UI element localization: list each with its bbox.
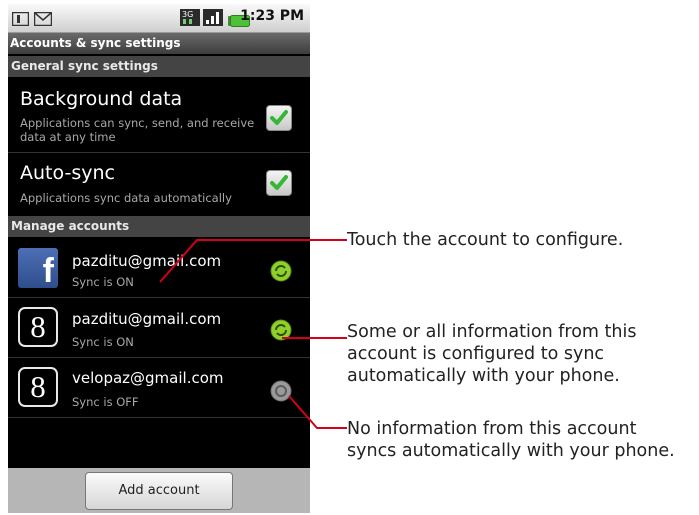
- callout-line-configure: [159, 239, 347, 283]
- callout-line-text: No information from this account: [347, 419, 637, 439]
- callout-line-text: Some or all information from this: [347, 322, 637, 342]
- callout-line-text: automatically with your phone.: [347, 366, 620, 386]
- callout-line-sync-off: [288, 395, 347, 429]
- callout-line-text: syncs automatically with your phone.: [347, 441, 675, 461]
- callout-sync-on: Some or all information from this accoun…: [347, 321, 636, 387]
- callout-sync-off: No information from this account syncs a…: [347, 418, 675, 462]
- callout-line-text: account is configured to sync: [347, 344, 605, 364]
- callout-configure: Touch the account to configure.: [347, 230, 624, 250]
